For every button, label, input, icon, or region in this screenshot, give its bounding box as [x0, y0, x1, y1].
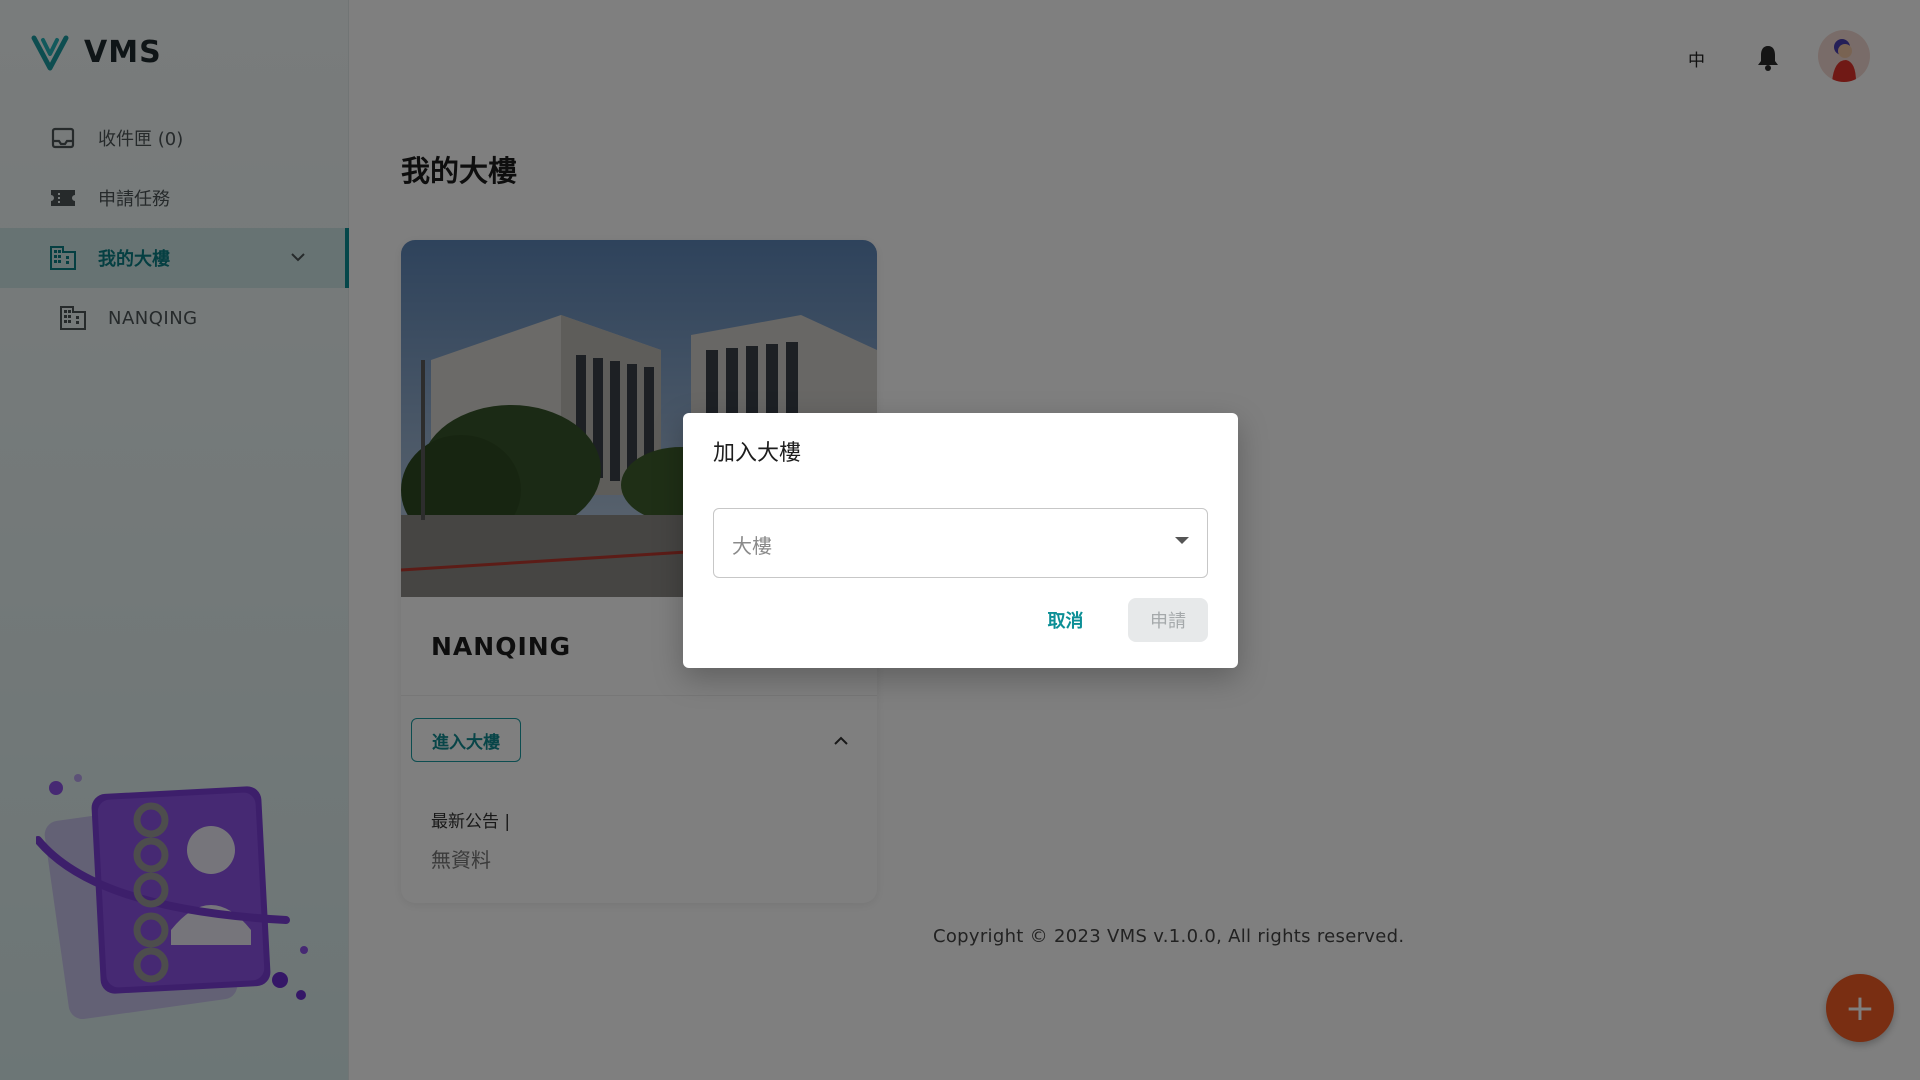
- apply-button[interactable]: 申請: [1128, 598, 1208, 642]
- building-select-placeholder: 大樓: [732, 534, 772, 558]
- caret-down-icon: [1175, 537, 1189, 544]
- building-select[interactable]: 大樓: [713, 508, 1208, 578]
- app-root: VMS 收件匣 (0) 申請任務 我的大樓: [0, 0, 1920, 1080]
- cancel-button[interactable]: 取消: [1028, 598, 1103, 642]
- join-building-dialog: 加入大樓 大樓 取消 申請: [683, 413, 1238, 668]
- dialog-title: 加入大樓: [713, 441, 802, 466]
